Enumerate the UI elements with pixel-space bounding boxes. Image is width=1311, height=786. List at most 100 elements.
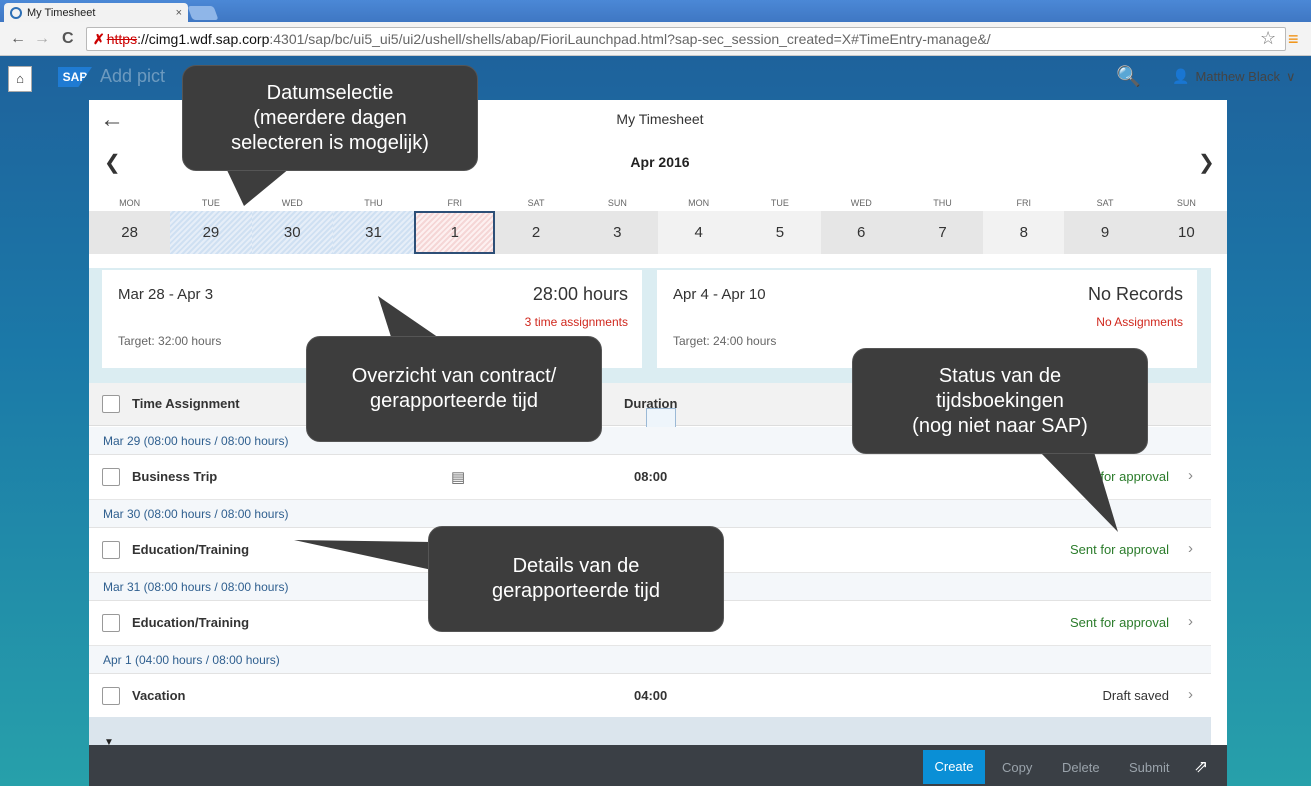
column-header-assignment[interactable]: Time Assignment — [132, 396, 240, 411]
row-status: for approval — [1100, 469, 1169, 484]
row-assignment: Vacation — [132, 688, 186, 703]
day-date: 31 — [332, 211, 415, 254]
day-name: WED — [850, 198, 872, 208]
week-range: Mar 28 - Apr 3 — [118, 286, 214, 303]
day-date: 5 — [739, 211, 821, 254]
day-name: THU — [364, 198, 383, 208]
copy-button[interactable]: Copy — [1002, 760, 1032, 775]
row-checkbox[interactable] — [102, 687, 120, 705]
day-name: THU — [933, 198, 952, 208]
next-month-button[interactable]: ❯ — [1198, 150, 1215, 175]
row-checkbox[interactable] — [102, 468, 120, 486]
calendar-day[interactable]: SUN 10 — [1145, 196, 1227, 254]
row-duration: 08:00 — [634, 469, 668, 484]
day-date: 6 — [820, 211, 902, 254]
calendar-day[interactable]: THU 7 — [901, 196, 984, 254]
day-name: SAT — [1096, 198, 1114, 208]
row-assignment: Business Trip — [132, 469, 218, 484]
day-date: 2 — [495, 211, 577, 254]
back-button[interactable]: ← — [100, 106, 124, 134]
calendar-day[interactable]: SUN 3 — [576, 196, 658, 254]
calendar-day-selected[interactable]: WED 30 — [251, 196, 333, 254]
week-assignments: No Assignments — [1096, 315, 1183, 329]
browser-menu-icon[interactable]: ≡ — [1288, 29, 1299, 50]
chevron-down-icon: ∨ — [1285, 68, 1296, 84]
day-date: 30 — [251, 211, 333, 254]
week-assignments: 3 time assignments — [524, 315, 628, 329]
search-icon[interactable]: 🔍 — [1116, 64, 1141, 89]
page-title: My Timesheet — [616, 111, 704, 127]
url-bar[interactable]: ✗ https ://cimg1.wdf.sap.corp :4301/sap/… — [86, 27, 1286, 51]
week-target: Target: 24:00 hours — [673, 334, 777, 348]
calendar-day[interactable]: TUE 5 — [739, 196, 821, 254]
week-range: Apr 4 - Apr 10 — [673, 286, 766, 303]
day-date: 28 — [89, 211, 171, 254]
create-button[interactable]: Create — [923, 750, 985, 784]
row-checkbox[interactable] — [102, 614, 120, 632]
bookmark-star-icon[interactable]: ☆ — [1260, 28, 1276, 49]
day-name: FRI — [447, 198, 463, 208]
reload-icon[interactable]: C — [62, 30, 74, 48]
tab-close-icon[interactable]: × — [176, 7, 182, 19]
calendar-day-today[interactable]: FRI 1 — [414, 196, 496, 254]
callout-line: tijdsboekingen — [936, 389, 1064, 412]
forward-arrow-icon[interactable]: → — [34, 30, 50, 48]
callout-line: selecteren is mogelijk) — [231, 131, 429, 154]
callout-line: (meerdere dagen — [253, 106, 407, 129]
day-date: 29 — [170, 211, 252, 254]
chevron-right-icon[interactable]: › — [1188, 467, 1193, 484]
home-icon[interactable]: ⌂ — [8, 66, 32, 92]
month-title: Apr 2016 — [630, 154, 690, 170]
table-row[interactable]: Business Trip ▤ 08:00 for approval › — [89, 455, 1211, 500]
calendar-day[interactable]: SAT 9 — [1064, 196, 1146, 254]
back-arrow-icon[interactable]: ← — [10, 30, 26, 48]
new-tab-button[interactable] — [187, 6, 219, 20]
chevron-right-icon[interactable]: › — [1188, 613, 1193, 630]
day-name: WED — [281, 198, 303, 208]
url-host: ://cimg1.wdf.sap.corp — [137, 31, 270, 47]
share-icon[interactable]: ⇗ — [1194, 757, 1208, 777]
calendar-day[interactable]: WED 6 — [820, 196, 902, 254]
calendar-day-selected[interactable]: THU 31 — [332, 196, 415, 254]
day-date: 10 — [1145, 211, 1227, 254]
calendar-day[interactable]: MON 4 — [657, 196, 740, 254]
delete-button[interactable]: Delete — [1062, 760, 1100, 775]
submit-button[interactable]: Submit — [1129, 760, 1169, 775]
insecure-icon: ✗ — [93, 30, 105, 47]
calendar-day[interactable]: SAT 2 — [495, 196, 577, 254]
day-name: SAT — [527, 198, 545, 208]
row-status: Draft saved — [1102, 688, 1169, 703]
tab-title: My Timesheet — [27, 6, 96, 19]
url-protocol: https — [106, 31, 138, 47]
calendar-day-selected[interactable]: TUE 29 — [170, 196, 252, 254]
row-assignment: Education/Training — [132, 615, 250, 630]
footer-toolbar — [89, 745, 1227, 786]
callout-line: gerapporteerde tijd — [492, 580, 660, 602]
callout-overview: Overzicht van contract/ gerapporteerde t… — [306, 336, 602, 442]
calendar-day[interactable]: MON 28 — [89, 196, 171, 254]
callout-line: (nog niet naar SAP) — [912, 414, 1088, 437]
browser-tab[interactable]: My Timesheet × — [4, 3, 188, 22]
day-date: 8 — [983, 211, 1065, 254]
callout-line: Details van de — [512, 555, 640, 577]
tab-favicon-icon — [10, 6, 22, 19]
chevron-right-icon[interactable]: › — [1188, 686, 1193, 703]
select-all-checkbox[interactable] — [102, 395, 120, 413]
callout-details: Details van de gerapporteerde tijd — [428, 526, 724, 632]
prev-month-button[interactable]: ❮ — [104, 150, 121, 175]
row-status: Sent for approval — [1069, 615, 1169, 630]
callout-line: Overzicht van contract/ — [351, 365, 557, 387]
user-icon: 👤 — [1172, 68, 1190, 84]
note-icon[interactable]: ▤ — [451, 468, 465, 486]
day-group-header: Apr 1 (04:00 hours / 08:00 hours) — [89, 646, 1211, 674]
callout-status: Status van de tijdsboekingen (nog niet n… — [852, 348, 1148, 454]
callout-date-selection: Datumselectie (meerdere dagen selecteren… — [182, 65, 478, 171]
user-menu[interactable]: 👤 Matthew Black ∨ — [1172, 68, 1296, 85]
chevron-right-icon[interactable]: › — [1188, 540, 1193, 557]
row-checkbox[interactable] — [102, 541, 120, 559]
day-name: MON — [119, 198, 141, 208]
day-date: 1 — [414, 211, 496, 254]
table-row[interactable]: Vacation 04:00 Draft saved › — [89, 674, 1211, 719]
calendar-strip: MON 28 TUE 29 WED 30 THU 31 FRI 1 SAT 2 SUN 3 M… — [89, 196, 1227, 254]
calendar-day[interactable]: FRI 8 — [983, 196, 1065, 254]
